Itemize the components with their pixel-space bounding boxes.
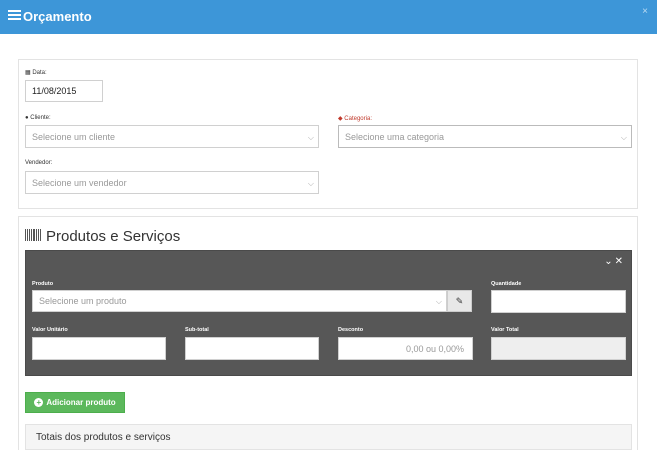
barcode-icon xyxy=(25,229,41,241)
products-title: Produtos e Serviços xyxy=(46,228,181,245)
plus-icon: + xyxy=(34,398,44,407)
chevron-down-icon: ⌵ xyxy=(620,132,627,142)
date-input[interactable]: 11/08/2015 xyxy=(25,80,103,102)
chevron-down-icon: ⌵ xyxy=(307,132,314,142)
chevron-down-icon: ⌵ xyxy=(435,297,442,306)
user-icon: ● xyxy=(25,115,29,121)
unit-value-label: Valor Unitário xyxy=(32,327,68,333)
list-icon xyxy=(8,10,21,21)
date-value: 11/08/2015 xyxy=(32,86,77,96)
total-input xyxy=(491,337,626,360)
add-product-button[interactable]: + Adicionar produto xyxy=(25,392,125,413)
subtotal-input[interactable] xyxy=(185,337,319,360)
close-icon[interactable]: × xyxy=(642,6,648,17)
discount-input[interactable]: 0,00 ou 0,00% xyxy=(338,337,473,360)
subtotal-label: Sub-total xyxy=(185,327,209,333)
client-select[interactable]: Selecione um cliente ⌵ xyxy=(25,125,319,148)
window-title: Orçamento xyxy=(23,9,92,24)
category-select[interactable]: Selecione uma categoria ⌵ xyxy=(338,125,632,148)
date-label: ▦ Data: xyxy=(25,70,47,76)
panel-controls: ⌄✕ xyxy=(604,256,625,267)
discount-label: Desconto xyxy=(338,327,364,333)
client-label: ● Cliente: xyxy=(25,115,51,121)
quantity-label: Quantidade xyxy=(491,281,522,287)
unit-value-input[interactable] xyxy=(32,337,166,360)
edit-product-button[interactable]: ✎ xyxy=(447,290,472,312)
seller-placeholder: Selecione um vendedor xyxy=(32,177,127,188)
calendar-icon: ▦ xyxy=(25,70,31,76)
product-select[interactable]: Selecione um produto ⌵ xyxy=(32,290,447,312)
quantity-input[interactable] xyxy=(491,290,626,313)
collapse-icon[interactable]: ⌄ xyxy=(604,256,614,267)
totals-header: Totais dos produtos e serviços xyxy=(25,424,632,450)
tag-icon: ◆ xyxy=(338,116,343,122)
category-label: ◆ Categoria: xyxy=(338,116,372,122)
close-icon[interactable]: ✕ xyxy=(615,256,625,267)
seller-label: Vendedor: xyxy=(25,160,53,166)
total-label: Valor Total xyxy=(491,327,519,333)
client-placeholder: Selecione um cliente xyxy=(32,131,116,142)
category-placeholder: Selecione uma categoria xyxy=(345,131,445,142)
discount-placeholder: 0,00 ou 0,00% xyxy=(405,343,464,354)
product-placeholder: Selecione um produto xyxy=(39,296,127,306)
pencil-icon: ✎ xyxy=(455,295,464,306)
product-label: Produto xyxy=(32,281,54,287)
title-bar: Orçamento × xyxy=(0,0,657,34)
chevron-down-icon: ⌵ xyxy=(307,178,314,188)
seller-select[interactable]: Selecione um vendedor ⌵ xyxy=(25,171,319,194)
